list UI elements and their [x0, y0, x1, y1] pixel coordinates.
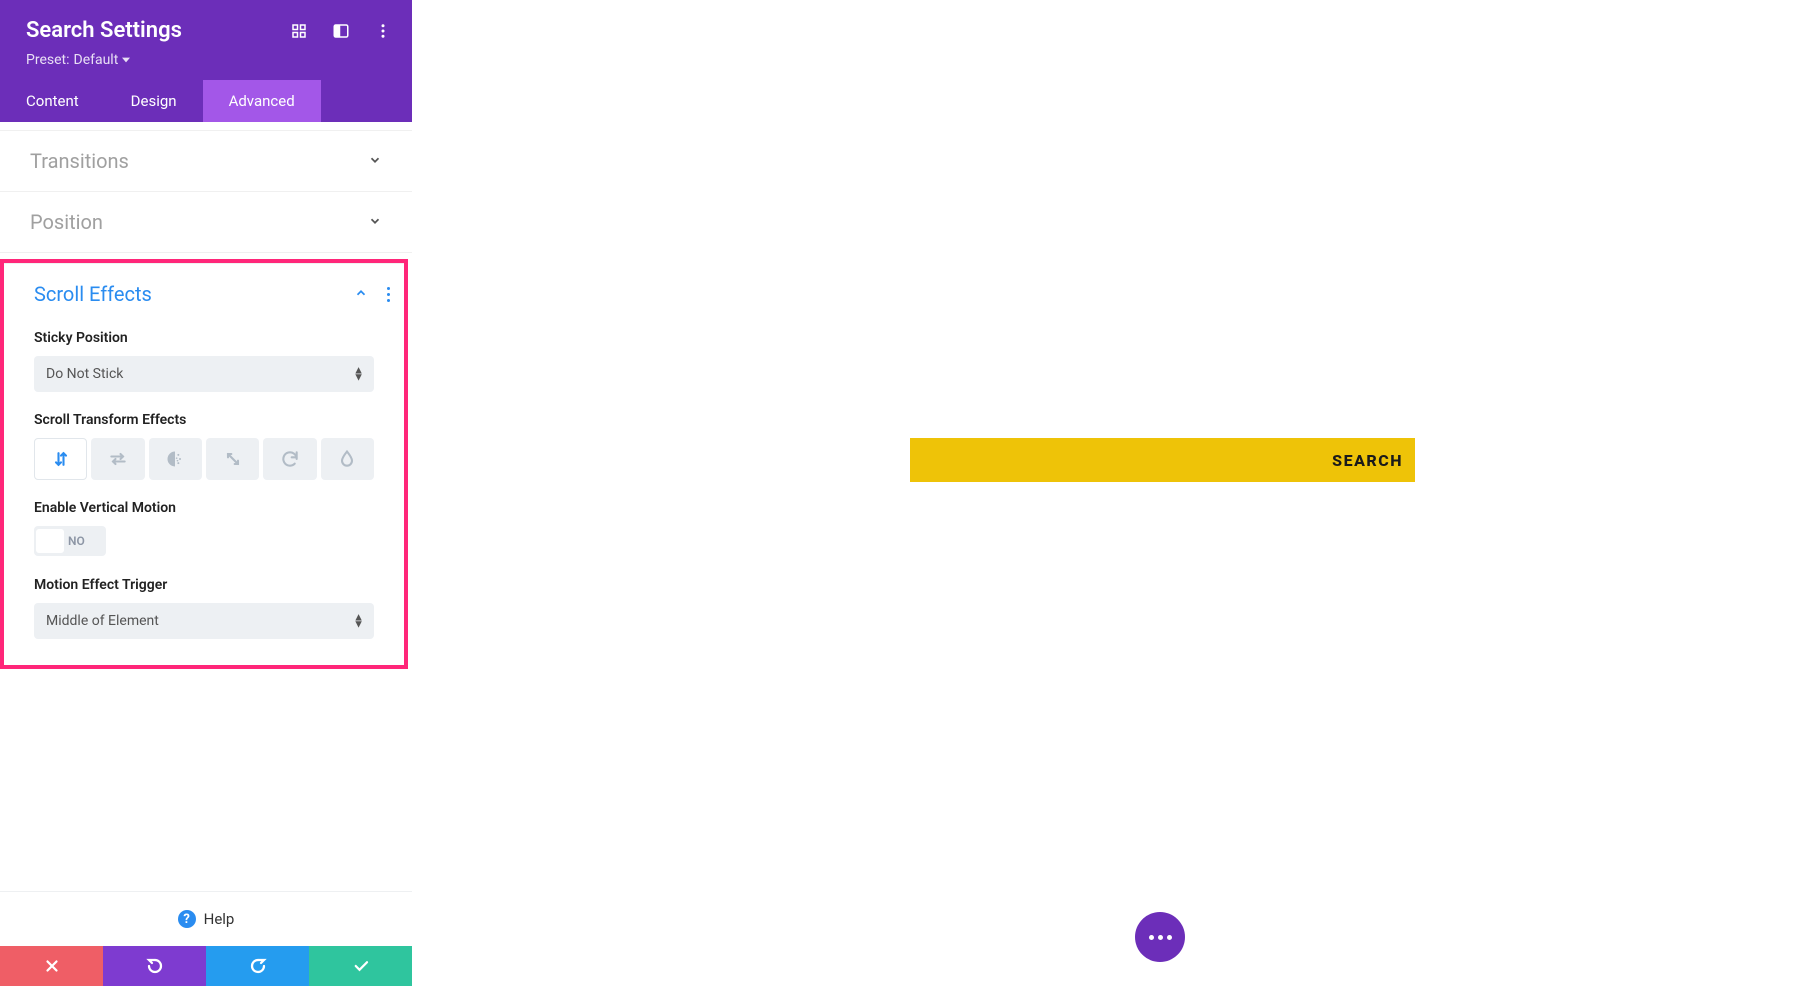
tab-content[interactable]: Content — [0, 80, 105, 122]
save-button[interactable] — [309, 946, 412, 986]
section-menu-icon[interactable] — [378, 287, 398, 302]
sticky-position-select[interactable]: Do Not Stick ▲▼ — [34, 356, 374, 392]
effect-rotate-icon[interactable] — [263, 438, 316, 480]
search-module[interactable]: SEARCH — [910, 438, 1415, 482]
section-scroll-effects-header[interactable]: Scroll Effects — [4, 263, 404, 324]
tab-advanced[interactable]: Advanced — [203, 80, 321, 122]
trigger-value: Middle of Element — [34, 603, 374, 639]
redo-icon — [249, 957, 267, 975]
snap-to-side-icon[interactable] — [332, 22, 350, 40]
sticky-position-label: Sticky Position — [34, 330, 374, 346]
check-icon — [352, 957, 370, 975]
section-position[interactable]: Position — [0, 192, 412, 253]
scroll-transform-label: Scroll Transform Effects — [34, 412, 374, 428]
caret-down-icon — [122, 56, 130, 64]
help-icon: ? — [178, 910, 196, 928]
section-title-scroll-effects: Scroll Effects — [34, 282, 152, 306]
editor-canvas[interactable]: SEARCH — [412, 0, 1800, 986]
effect-vertical-motion-icon[interactable] — [34, 438, 87, 480]
x-icon — [43, 957, 61, 975]
effect-icons-row — [34, 438, 374, 480]
effect-blur-icon[interactable] — [321, 438, 374, 480]
toggle-label: NO — [68, 534, 85, 548]
chevron-up-icon — [354, 285, 368, 304]
page-actions-fab[interactable] — [1135, 912, 1185, 962]
enable-vm-toggle[interactable]: NO — [34, 526, 106, 556]
tablist: Content Design Advanced — [0, 80, 412, 122]
footer-buttons — [0, 946, 412, 986]
chevron-down-icon — [368, 213, 382, 232]
preset-dropdown[interactable]: Preset: Default — [26, 52, 130, 68]
trigger-label: Motion Effect Trigger — [34, 577, 374, 593]
effect-horizontal-motion-icon[interactable] — [91, 438, 144, 480]
effect-scale-icon[interactable] — [206, 438, 259, 480]
sticky-position-value: Do Not Stick — [34, 356, 374, 392]
search-button-label: SEARCH — [1332, 451, 1403, 470]
scroll-effects-body: Sticky Position Do Not Stick ▲▼ Scroll T… — [4, 324, 404, 665]
trigger-select[interactable]: Middle of Element ▲▼ — [34, 603, 374, 639]
section-title-transitions: Transitions — [30, 149, 129, 173]
panel-header: Search Settings Preset: Default — [0, 0, 412, 80]
preset-value: Default — [74, 52, 119, 68]
effect-fade-icon[interactable] — [149, 438, 202, 480]
enable-vm-label: Enable Vertical Motion — [34, 500, 374, 516]
chevron-down-icon — [368, 152, 382, 171]
help-label: Help — [204, 910, 235, 928]
scroll-effects-highlight: Scroll Effects Sticky Position Do Not St… — [0, 259, 408, 669]
panel-menu-icon[interactable] — [374, 22, 392, 40]
undo-icon — [146, 957, 164, 975]
settings-sidebar: Search Settings Preset: Default — [0, 0, 412, 986]
section-title-position: Position — [30, 210, 103, 234]
preset-label: Preset: — [26, 52, 70, 68]
sections: Transitions Position Scroll Effects — [0, 122, 412, 891]
redo-button[interactable] — [206, 946, 309, 986]
expand-icon[interactable] — [290, 22, 308, 40]
undo-button[interactable] — [103, 946, 206, 986]
help-button[interactable]: ? Help — [0, 891, 412, 946]
section-transitions[interactable]: Transitions — [0, 130, 412, 192]
cancel-button[interactable] — [0, 946, 103, 986]
toggle-knob — [36, 529, 64, 553]
tab-design[interactable]: Design — [105, 80, 203, 122]
